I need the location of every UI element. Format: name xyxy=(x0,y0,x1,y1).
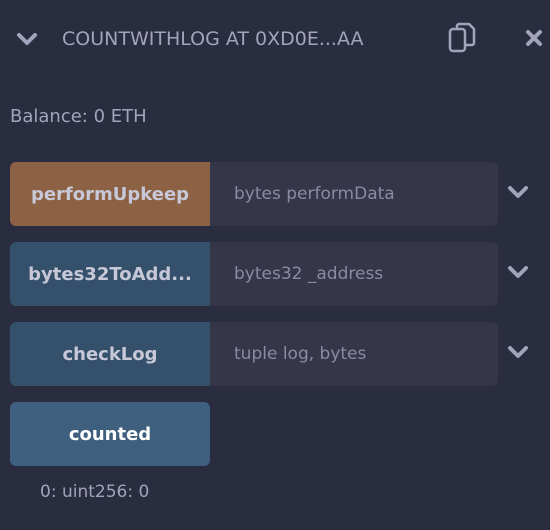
chevron-down-icon[interactable] xyxy=(507,181,529,203)
counted-output: 0: uint256: 0 xyxy=(40,482,150,502)
check-log-input[interactable]: tuple log, bytes xyxy=(210,322,498,386)
function-row-bytes32toaddress: bytes32ToAdd... bytes32 _address xyxy=(10,242,498,306)
bytes32-to-address-button[interactable]: bytes32ToAdd... xyxy=(10,242,210,306)
chevron-down-icon[interactable] xyxy=(507,261,529,283)
address-input[interactable]: bytes32 _address xyxy=(210,242,498,306)
chevron-down-icon[interactable] xyxy=(16,28,38,50)
perform-upkeep-button[interactable]: performUpkeep xyxy=(10,162,210,226)
function-row-checklog: checkLog tuple log, bytes xyxy=(10,322,498,386)
perform-data-input[interactable]: bytes performData xyxy=(210,162,498,226)
copy-icon[interactable] xyxy=(448,22,476,54)
balance-text: Balance: 0 ETH xyxy=(10,106,147,127)
check-log-button[interactable]: checkLog xyxy=(10,322,210,386)
counted-button[interactable]: counted xyxy=(10,402,210,466)
close-icon[interactable] xyxy=(524,28,544,48)
contract-title: COUNTWITHLOG AT 0XD0E...AA xyxy=(62,28,364,50)
function-row-performupkeep: performUpkeep bytes performData xyxy=(10,162,498,226)
chevron-down-icon[interactable] xyxy=(507,341,529,363)
